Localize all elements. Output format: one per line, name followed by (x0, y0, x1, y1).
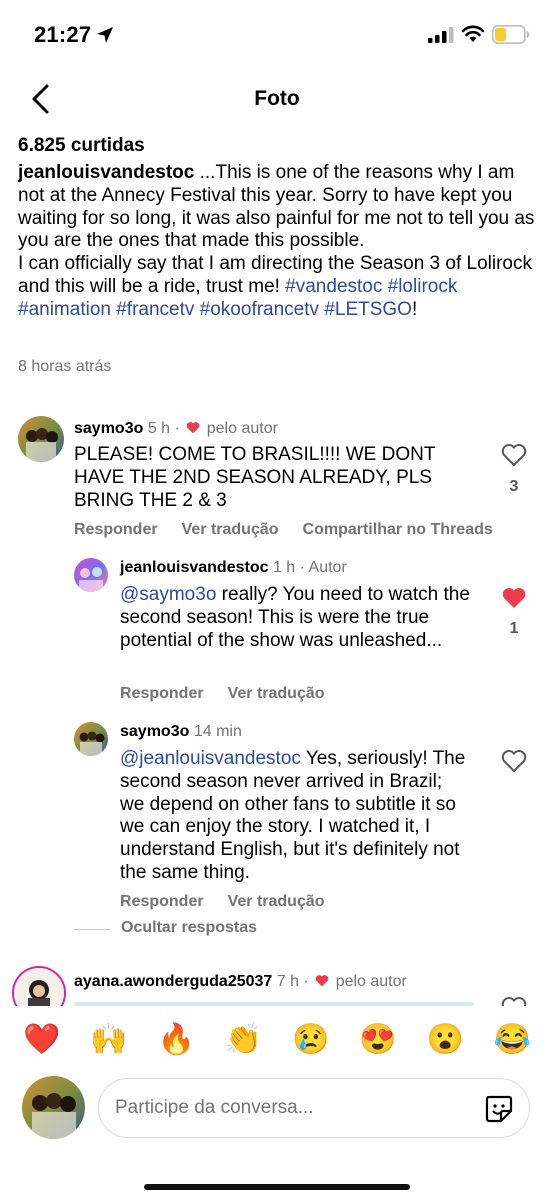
reaction-raised-hands-emoji[interactable]: 🙌 (87, 1022, 131, 1062)
caption-end: ! (411, 298, 418, 320)
reaction-fire-emoji[interactable]: 🔥 (154, 1022, 198, 1062)
wifi-icon (461, 25, 485, 42)
comment-header: saymo3o 14 min (120, 723, 242, 741)
mention-link[interactable]: @jeanlouisvandestoc (120, 748, 301, 769)
reaction-laughing-emoji[interactable]: 😂 (490, 1022, 534, 1062)
heart-icon (186, 422, 200, 434)
avatar[interactable] (12, 966, 66, 1006)
comment-text: PLEASE! COME TO BRASIL!!!! WE DONT HAVE … (74, 444, 436, 511)
comments-scroll-area[interactable]: 6.825 curtidas jeanlouisvandestoc ...Thi… (0, 130, 554, 1006)
hashtag-link[interactable]: #okoofrancetv (200, 299, 319, 320)
status-bar: 21:27 (0, 0, 554, 70)
comment-username[interactable]: saymo3o (74, 420, 143, 437)
comment-actions: Responder Ver tradução Compartilhar no T… (74, 521, 493, 539)
like-heart-button[interactable] (501, 749, 527, 773)
hashtag-link[interactable]: #francetv (116, 299, 194, 320)
liked-by-author-badge: pelo autor (206, 420, 278, 437)
cellular-signal-icon (428, 27, 454, 43)
battery-icon (492, 25, 530, 44)
post-caption: jeanlouisvandestoc ...This is one of the… (18, 162, 540, 322)
location-arrow-icon (97, 27, 113, 43)
translate-button[interactable]: Ver tradução (228, 685, 325, 703)
comment-header: saymo3o 5 h · pelo autor (74, 420, 278, 438)
comment-input[interactable] (115, 1093, 465, 1123)
reply-button[interactable]: Responder (74, 521, 158, 539)
hashtag-link[interactable]: #animation (18, 299, 111, 320)
like-heart-button[interactable] (501, 996, 527, 1006)
comment-username[interactable]: saymo3o (120, 723, 189, 740)
comment-input-box[interactable] (98, 1078, 530, 1138)
home-indicator (144, 1184, 410, 1190)
comment-username[interactable]: jeanlouisvandestoc (120, 559, 269, 576)
share-threads-button[interactable]: Compartilhar no Threads (303, 521, 493, 539)
hide-replies-button[interactable]: Ocultar respostas (121, 919, 257, 937)
translate-button[interactable]: Ver tradução (182, 521, 279, 539)
quick-reactions: ❤️ 🙌 🔥 👏 😢 😍 😮 😂 (0, 1022, 554, 1062)
sticker-icon[interactable] (483, 1093, 515, 1125)
likes-count[interactable]: 6.825 curtidas (18, 135, 145, 157)
reaction-surprised-emoji[interactable]: 😮 (423, 1022, 467, 1062)
reaction-crying-emoji[interactable]: 😢 (289, 1022, 333, 1062)
liked-by-author-badge: pelo autor (335, 973, 407, 990)
avatar[interactable] (18, 416, 64, 462)
avatar[interactable] (74, 722, 108, 756)
comment-time: 14 min (193, 723, 242, 740)
caption-username[interactable]: jeanlouisvandestoc (18, 162, 194, 183)
like-heart-button[interactable] (501, 586, 527, 610)
like-count: 1 (509, 620, 519, 637)
reply-button[interactable]: Responder (120, 893, 204, 911)
my-avatar[interactable] (22, 1076, 85, 1139)
comment-text: @jeanlouisvandestoc Yes, seriously! The … (120, 748, 470, 885)
comment-header: jeanlouisvandestoc 1 h · Autor (120, 559, 347, 577)
like-count: 3 (509, 478, 519, 495)
hashtag-link[interactable]: #LETSGO (324, 299, 412, 320)
page-title: Foto (254, 87, 300, 110)
comment-composer-bar: ❤️ 🙌 🔥 👏 😢 😍 😮 😂 (0, 1006, 554, 1199)
comment-header: ayana.awonderguda25037 7 h · pelo autor (74, 973, 407, 991)
hashtag-link[interactable]: #lolirock (388, 276, 458, 297)
status-time: 21:27 (34, 22, 92, 47)
reply-button[interactable]: Responder (120, 685, 204, 703)
reaction-clap-emoji[interactable]: 👏 (221, 1022, 265, 1062)
header-bar: Foto (0, 70, 554, 130)
heart-icon (315, 975, 329, 987)
avatar[interactable] (74, 558, 108, 592)
mention-link[interactable]: @saymo3o (120, 584, 216, 605)
comment-time: 1 h · Autor (272, 559, 347, 576)
comment-actions: Responder Ver tradução (120, 685, 325, 703)
comment-time: 7 h · (276, 973, 309, 990)
post-timestamp: 8 horas atrás (18, 358, 112, 375)
thread-divider (74, 929, 110, 930)
translate-button[interactable]: Ver tradução (228, 893, 325, 911)
like-heart-button[interactable] (501, 443, 527, 467)
comment-actions: Responder Ver tradução (120, 893, 325, 911)
comment-username[interactable]: ayana.awonderguda25037 (74, 973, 272, 990)
comment-time: 5 h · (147, 420, 180, 437)
reaction-heart-eyes-emoji[interactable]: 😍 (356, 1022, 400, 1062)
reaction-heart-emoji[interactable]: ❤️ (20, 1022, 64, 1062)
comment-text: @saymo3o really? You need to watch the s… (120, 584, 470, 652)
hashtag-link[interactable]: #vandestoc (285, 276, 382, 297)
